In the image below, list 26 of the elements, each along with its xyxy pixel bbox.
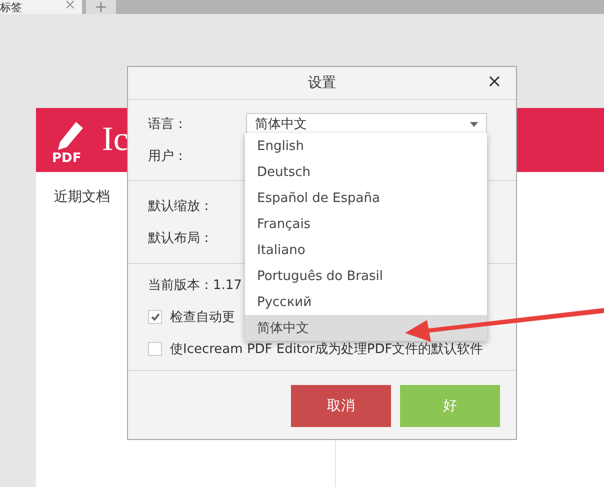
- language-option[interactable]: Italiano: [245, 237, 487, 263]
- checkbox[interactable]: [148, 310, 162, 324]
- close-button[interactable]: ×: [486, 73, 502, 91]
- field-label: 用户：: [148, 148, 188, 165]
- pdf-pencil-logo: PDF: [52, 116, 88, 164]
- section-title: 近期文档: [54, 188, 110, 206]
- language-option[interactable]: Русский: [245, 289, 487, 315]
- language-option[interactable]: English: [245, 133, 487, 159]
- app-title: Ic: [102, 121, 128, 159]
- cancel-button[interactable]: 取消: [291, 385, 391, 427]
- checkbox-label: 使Icecream PDF Editor成为处理PDF文件的默认软件: [170, 341, 484, 358]
- language-dropdown[interactable]: 简体中文: [246, 113, 487, 135]
- language-option[interactable]: Português do Brasil: [245, 263, 487, 289]
- version-text: 当前版本：1.17: [148, 277, 242, 294]
- language-option[interactable]: Français: [245, 211, 487, 237]
- caret-icon: [470, 122, 478, 126]
- language-option[interactable]: 简体中文: [245, 315, 487, 341]
- field-label: 默认布局：: [148, 230, 214, 247]
- language-option[interactable]: Español de España: [245, 185, 487, 211]
- browser-tab[interactable]: 标签 ×: [0, 0, 82, 14]
- language-option[interactable]: Deutsch: [245, 159, 487, 185]
- field-label: 语言：: [148, 116, 188, 133]
- checkbox[interactable]: [148, 342, 162, 356]
- dialog-title: 设置: [308, 74, 336, 92]
- field-label: 默认缩放：: [148, 198, 214, 215]
- checkbox-label: 检查自动更: [170, 309, 235, 326]
